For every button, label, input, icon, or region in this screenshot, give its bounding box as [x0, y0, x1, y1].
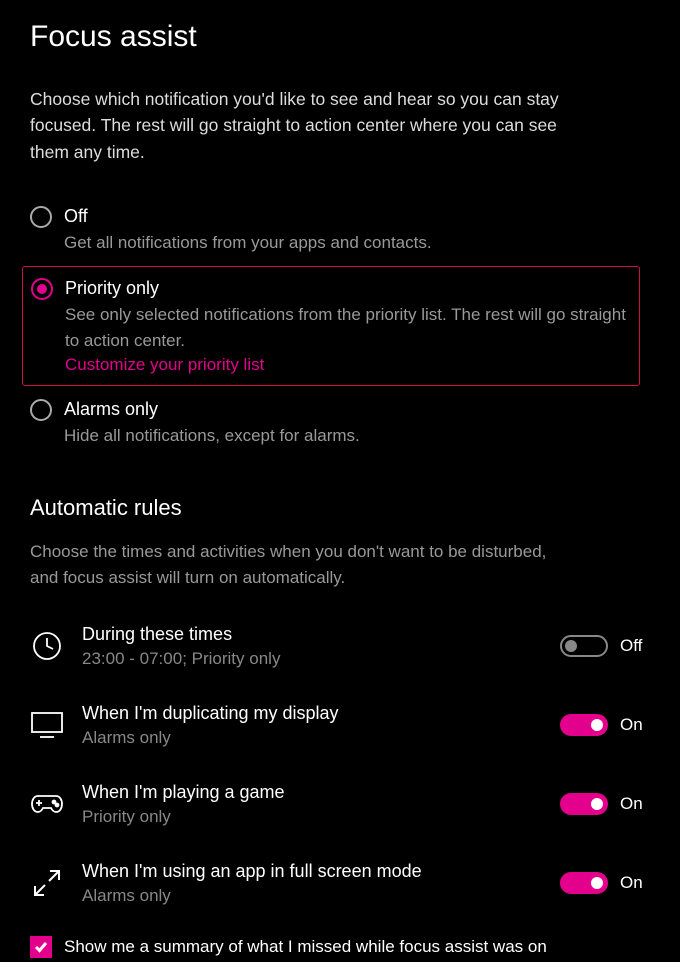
- fullscreen-icon: [30, 866, 64, 900]
- summary-checkbox-label: Show me a summary of what I missed while…: [64, 937, 547, 957]
- radio-off[interactable]: Off Get all notifications from your apps…: [30, 197, 650, 262]
- rule-sub: Priority only: [82, 805, 542, 829]
- radio-circle-icon: [30, 206, 52, 228]
- toggle-switch[interactable]: [560, 793, 608, 815]
- checkbox-icon: [30, 936, 52, 958]
- toggle-switch[interactable]: [560, 872, 608, 894]
- rule-label: When I'm duplicating my display: [82, 701, 542, 726]
- radio-priority-only[interactable]: Priority only See only selected notifica…: [22, 266, 640, 386]
- toggle-switch[interactable]: [560, 635, 608, 657]
- toggle-state: On: [620, 873, 650, 893]
- customize-priority-link[interactable]: Customize your priority list: [65, 355, 264, 375]
- rule-sub: Alarms only: [82, 726, 542, 750]
- monitor-icon: [30, 708, 64, 742]
- rule-label: When I'm using an app in full screen mod…: [82, 859, 542, 884]
- page-title: Focus assist: [30, 20, 650, 54]
- radio-circle-icon: [31, 278, 53, 300]
- automatic-rules-description: Choose the times and activities when you…: [30, 539, 570, 592]
- rule-label: When I'm playing a game: [82, 780, 542, 805]
- radio-alarms-label: Alarms only: [64, 396, 650, 423]
- radio-alarms-subtext: Hide all notifications, except for alarm…: [64, 423, 650, 449]
- rule-sub: Alarms only: [82, 884, 542, 908]
- toggle-switch[interactable]: [560, 714, 608, 736]
- radio-off-label: Off: [64, 203, 650, 230]
- rule-duplicating-display[interactable]: When I'm duplicating my display Alarms o…: [30, 701, 650, 750]
- clock-icon: [30, 629, 64, 663]
- toggle-state: Off: [620, 636, 650, 656]
- rule-full-screen[interactable]: When I'm using an app in full screen mod…: [30, 859, 650, 908]
- radio-off-subtext: Get all notifications from your apps and…: [64, 230, 650, 256]
- radio-alarms-only[interactable]: Alarms only Hide all notifications, exce…: [30, 390, 650, 455]
- rule-label: During these times: [82, 622, 542, 647]
- rule-sub: 23:00 - 07:00; Priority only: [82, 647, 542, 671]
- gamepad-icon: [30, 787, 64, 821]
- rule-during-times[interactable]: During these times 23:00 - 07:00; Priori…: [30, 622, 650, 671]
- page-description: Choose which notification you'd like to …: [30, 86, 600, 165]
- toggle-state: On: [620, 794, 650, 814]
- radio-priority-subtext: See only selected notifications from the…: [65, 302, 631, 355]
- rules-list: During these times 23:00 - 07:00; Priori…: [30, 622, 650, 908]
- summary-checkbox-row[interactable]: Show me a summary of what I missed while…: [30, 936, 650, 958]
- toggle-state: On: [620, 715, 650, 735]
- radio-priority-label: Priority only: [65, 275, 631, 302]
- focus-mode-radio-group: Off Get all notifications from your apps…: [30, 197, 650, 455]
- rule-playing-game[interactable]: When I'm playing a game Priority only On: [30, 780, 650, 829]
- radio-circle-icon: [30, 399, 52, 421]
- automatic-rules-heading: Automatic rules: [30, 495, 650, 521]
